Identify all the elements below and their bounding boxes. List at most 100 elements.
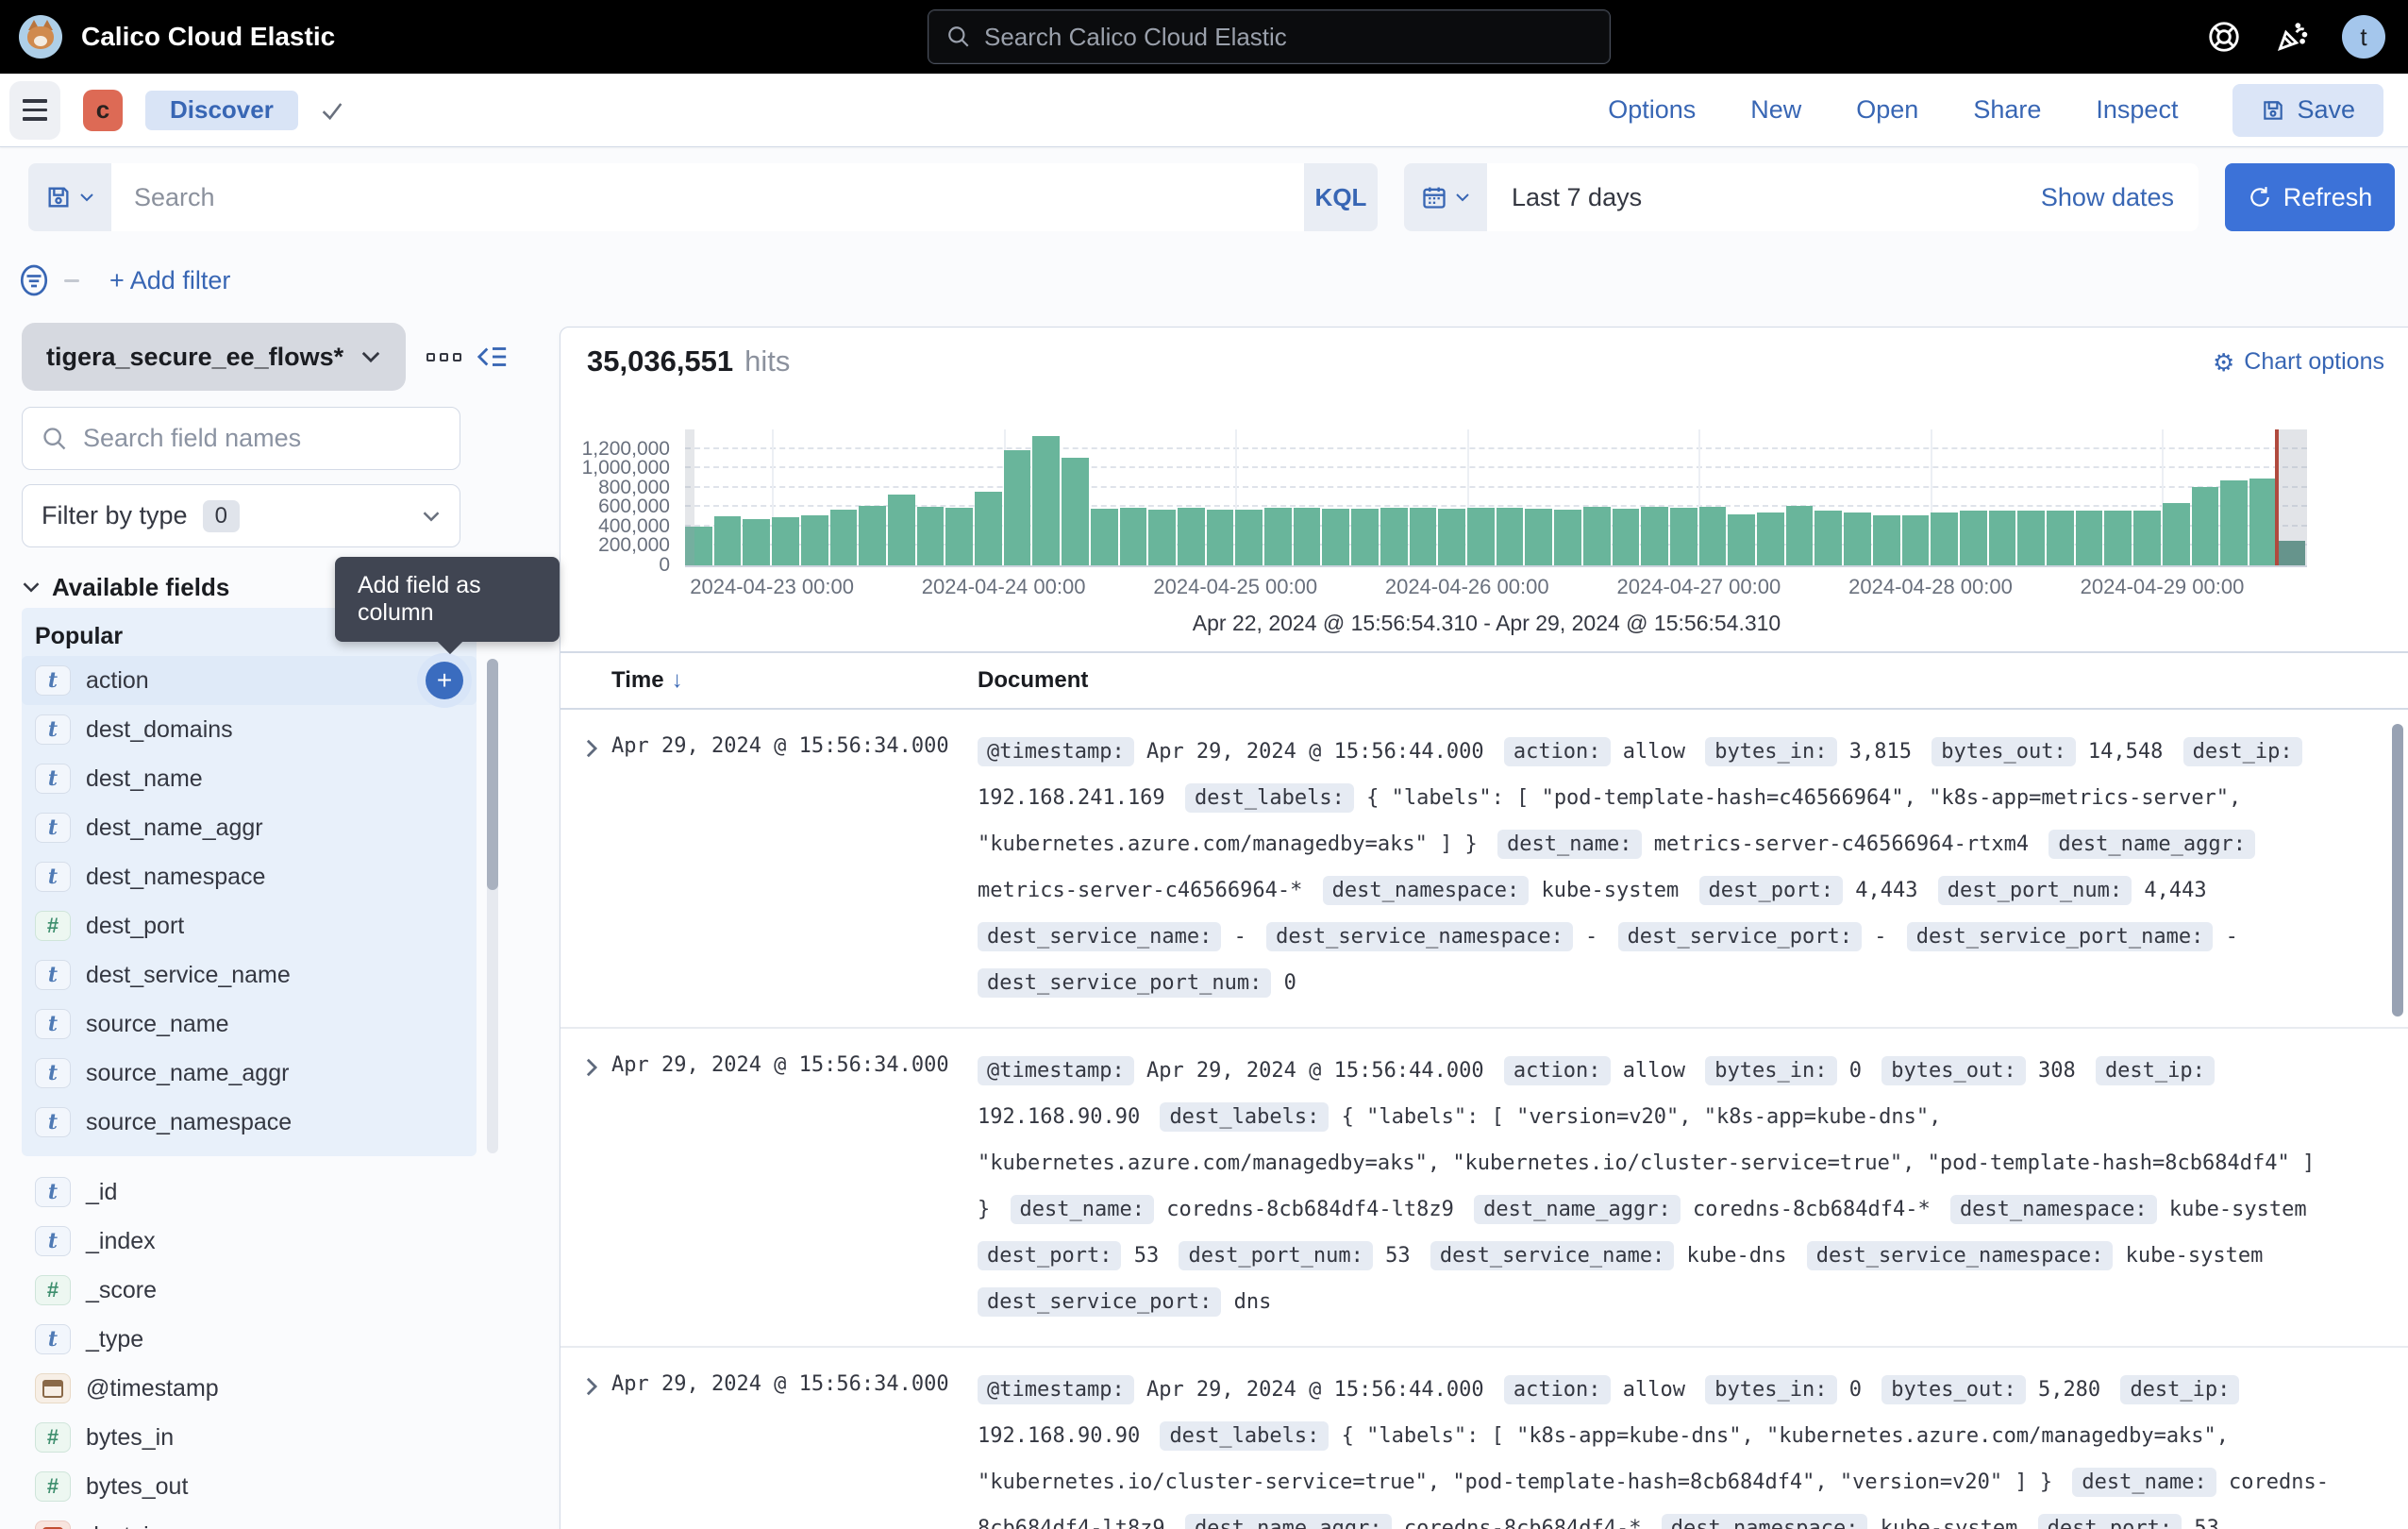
field-item-source_namespace[interactable]: tsource_namespace — [22, 1098, 477, 1147]
add-field-as-column-button[interactable]: + — [426, 662, 463, 699]
global-search-input[interactable]: Search Calico Cloud Elastic — [928, 10, 1610, 63]
user-avatar[interactable]: t — [2342, 15, 2385, 59]
field-item-_type[interactable]: t_type — [22, 1315, 477, 1364]
expand-document-button[interactable] — [576, 1370, 608, 1403]
doc-field-name[interactable]: dest_name_aggr: — [1185, 1514, 1392, 1529]
doc-field-name[interactable]: dest_service_name: — [1430, 1241, 1674, 1270]
calendar-icon[interactable] — [1404, 163, 1487, 231]
doc-field-name[interactable]: dest_port_num: — [1179, 1241, 1372, 1270]
doc-field-name[interactable]: bytes_in: — [1705, 737, 1836, 766]
doc-field-name[interactable]: dest_labels: — [1160, 1102, 1329, 1132]
doc-field-name[interactable]: dest_ip: — [2096, 1056, 2215, 1085]
field-item-source_name_aggr[interactable]: tsource_name_aggr — [22, 1049, 477, 1098]
table-scrollbar-thumb[interactable] — [2392, 724, 2403, 1017]
doc-field-name[interactable]: dest_ip: — [2183, 737, 2302, 766]
share-button[interactable]: Share — [1973, 95, 2041, 125]
field-item-dest_service_name[interactable]: tdest_service_name — [22, 950, 477, 1000]
doc-field-name[interactable]: bytes_in: — [1705, 1056, 1836, 1085]
doc-field-value: kube-system — [2157, 1198, 2307, 1221]
refresh-button[interactable]: Refresh — [2225, 163, 2395, 231]
doc-field-name[interactable]: dest_name: — [2072, 1468, 2216, 1497]
doc-field-name[interactable]: dest_namespace: — [1950, 1195, 2157, 1224]
field-item-dest_domains[interactable]: tdest_domains — [22, 705, 477, 754]
field-item-dest_name_aggr[interactable]: tdest_name_aggr — [22, 803, 477, 852]
doc-field-name[interactable]: dest_service_port_num: — [978, 968, 1271, 998]
doc-field-name[interactable]: action: — [1504, 737, 1611, 766]
doc-field-name[interactable]: dest_port: — [978, 1241, 1121, 1270]
doc-field-name[interactable]: dest_name_aggr: — [2048, 830, 2255, 859]
sidebar-scrollbar-thumb[interactable] — [487, 659, 498, 890]
field-item-bytes_out[interactable]: #bytes_out — [22, 1462, 477, 1511]
doc-field-name[interactable]: @timestamp: — [978, 1056, 1134, 1085]
doc-field-name[interactable]: dest_port: — [1699, 876, 1843, 905]
doc-field-name[interactable]: @timestamp: — [978, 737, 1134, 766]
expand-document-button[interactable] — [576, 732, 608, 764]
collapse-sidebar-icon[interactable] — [477, 343, 509, 371]
doc-field-name[interactable]: bytes_in: — [1705, 1375, 1836, 1404]
inspect-button[interactable]: Inspect — [2096, 95, 2178, 125]
doc-field-name[interactable]: dest_service_name: — [978, 922, 1221, 951]
doc-field-name[interactable]: dest_ip: — [2120, 1375, 2239, 1404]
doc-field-name[interactable]: dest_service_port_name: — [1907, 922, 2214, 951]
field-item-@timestamp[interactable]: @timestamp — [22, 1364, 477, 1413]
chart-options-button[interactable]: ⚙ Chart options — [2213, 348, 2384, 376]
expand-document-button[interactable] — [576, 1051, 608, 1084]
help-icon[interactable] — [2206, 19, 2242, 55]
doc-field-name[interactable]: dest_service_port: — [978, 1287, 1221, 1317]
doc-field-name[interactable]: dest_labels: — [1160, 1421, 1329, 1451]
doc-field-name[interactable]: action: — [1504, 1056, 1611, 1085]
query-search-input[interactable]: Search — [111, 163, 1304, 231]
doc-field-name[interactable]: dest_port: — [2038, 1514, 2182, 1529]
save-button[interactable]: Save — [2232, 84, 2383, 137]
filter-icon[interactable] — [17, 263, 51, 297]
time-range-control[interactable]: Last 7 days Show dates — [1487, 163, 2199, 231]
field-search-input[interactable]: Search field names — [22, 407, 460, 470]
breadcrumb-discover[interactable]: Discover — [145, 91, 298, 130]
field-item-bytes_in[interactable]: #bytes_in — [22, 1413, 477, 1462]
time-column-header[interactable]: Time ↓ — [611, 667, 978, 694]
whats-new-icon[interactable] — [2274, 19, 2310, 55]
doc-field-name[interactable]: dest_port_num: — [1938, 876, 2132, 905]
space-badge[interactable]: c — [83, 90, 123, 131]
histogram-chart[interactable]: 0200,000400,000600,000800,0001,000,0001,… — [685, 429, 2307, 567]
doc-field-name[interactable]: dest_name_aggr: — [1474, 1195, 1681, 1224]
options-button[interactable]: Options — [1608, 95, 1696, 125]
doc-field-value: - — [1862, 925, 1887, 949]
open-button[interactable]: Open — [1856, 95, 1918, 125]
field-item-dest_namespace[interactable]: tdest_namespace — [22, 852, 477, 901]
index-pattern-selector[interactable]: tigera_secure_ee_flows* — [22, 323, 406, 391]
new-button[interactable]: New — [1750, 95, 1801, 125]
doc-field-name[interactable]: dest_service_namespace: — [1266, 922, 1573, 951]
field-item-_index[interactable]: t_index — [22, 1217, 477, 1266]
field-item-_id[interactable]: t_id — [22, 1168, 477, 1217]
doc-field-name[interactable]: dest_service_namespace: — [1807, 1241, 2114, 1270]
doc-field-name[interactable]: bytes_out: — [1931, 737, 2075, 766]
calico-logo[interactable] — [19, 15, 62, 59]
available-fields-toggle[interactable]: Available fields — [22, 572, 229, 602]
doc-field-name[interactable]: action: — [1504, 1375, 1611, 1404]
doc-field-name[interactable]: dest_namespace: — [1323, 876, 1530, 905]
doc-field-name[interactable]: @timestamp: — [978, 1375, 1134, 1404]
field-item-action[interactable]: taction+ — [22, 656, 477, 705]
saved-query-menu-button[interactable] — [28, 163, 111, 231]
sort-descending-icon[interactable]: ↓ — [672, 667, 683, 694]
doc-field-name[interactable]: bytes_out: — [1881, 1375, 2025, 1404]
field-item-dest_port[interactable]: #dest_port — [22, 901, 477, 950]
doc-field-name[interactable]: dest_name: — [1497, 830, 1641, 859]
field-item-_score[interactable]: #_score — [22, 1266, 477, 1315]
field-item-dest_ip[interactable]: IPdest_ip — [22, 1511, 477, 1529]
doc-field-name[interactable]: dest_name: — [1011, 1195, 1154, 1224]
doc-field-name[interactable]: bytes_out: — [1881, 1056, 2025, 1085]
filter-by-type-dropdown[interactable]: Filter by type 0 — [22, 484, 460, 547]
menu-icon[interactable] — [9, 81, 60, 140]
doc-field-name[interactable]: dest_service_port: — [1618, 922, 1862, 951]
doc-field-value: coredns-8cb684df4-* — [1681, 1198, 1931, 1221]
field-item-dest_name[interactable]: tdest_name — [22, 754, 477, 803]
add-filter-button[interactable]: + Add filter — [109, 266, 230, 295]
query-language-button[interactable]: KQL — [1304, 163, 1378, 231]
show-dates-button[interactable]: Show dates — [2041, 183, 2174, 212]
doc-field-name[interactable]: dest_namespace: — [1662, 1514, 1868, 1529]
doc-field-name[interactable]: dest_labels: — [1185, 783, 1354, 813]
field-item-source_name[interactable]: tsource_name — [22, 1000, 477, 1049]
app-grid-icon[interactable] — [426, 353, 461, 361]
